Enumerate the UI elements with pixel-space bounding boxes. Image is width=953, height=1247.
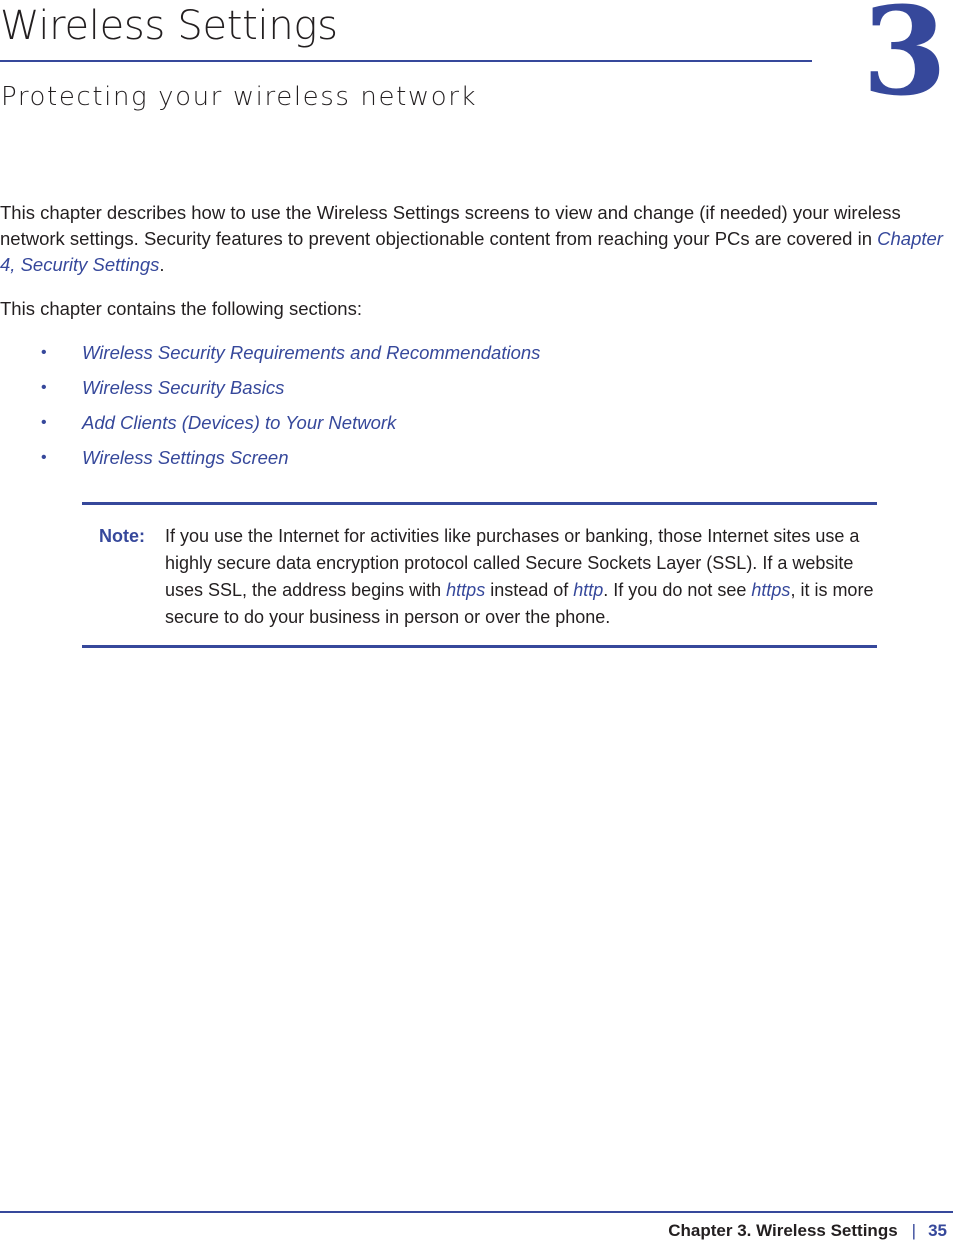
- note-text-3: . If you do not see: [603, 580, 752, 600]
- list-item[interactable]: • Add Clients (Devices) to Your Network: [0, 410, 953, 435]
- page-number: 35: [928, 1221, 947, 1240]
- bullet-icon: •: [41, 344, 47, 361]
- bullet-icon: •: [41, 379, 47, 396]
- page-footer: Chapter 3. Wireless Settings | 35: [0, 1181, 953, 1247]
- note-text-2: instead of: [485, 580, 574, 600]
- chapter-number: 3: [862, 0, 947, 123]
- bullet-icon: •: [41, 449, 47, 466]
- http-term: http: [573, 580, 604, 600]
- list-item[interactable]: • Wireless Security Requirements and Rec…: [0, 340, 953, 365]
- section-link-label[interactable]: Wireless Security Requirements and Recom…: [82, 342, 540, 363]
- https-term: https: [751, 580, 791, 600]
- intro-paragraph: This chapter describes how to use the Wi…: [0, 200, 948, 278]
- footer-text: Chapter 3. Wireless Settings | 35: [668, 1219, 947, 1243]
- document-page: Wireless Settings Protecting your wirele…: [0, 0, 953, 1247]
- section-link-label[interactable]: Wireless Settings Screen: [82, 447, 289, 468]
- title-divider: [0, 60, 812, 62]
- footer-divider: [0, 1211, 953, 1213]
- body-content: This chapter describes how to use the Wi…: [0, 200, 953, 480]
- page-subtitle: Protecting your wireless network: [1, 82, 478, 112]
- page-title: Wireless Settings: [0, 3, 338, 49]
- section-link-label[interactable]: Add Clients (Devices) to Your Network: [82, 412, 396, 433]
- footer-chapter-label: Chapter 3. Wireless Settings: [668, 1221, 898, 1240]
- footer-separator: |: [911, 1221, 917, 1240]
- sections-lead-paragraph: This chapter contains the following sect…: [0, 298, 362, 319]
- section-link-list: • Wireless Security Requirements and Rec…: [0, 340, 953, 470]
- intro-text-after-link: .: [159, 254, 165, 275]
- note-body: Note: If you use the Internet for activit…: [82, 523, 877, 631]
- https-term: https: [446, 580, 486, 600]
- intro-text-before-link: This chapter describes how to use the Wi…: [0, 202, 901, 249]
- section-link-label[interactable]: Wireless Security Basics: [82, 377, 284, 398]
- list-item[interactable]: • Wireless Settings Screen: [0, 445, 953, 470]
- list-item[interactable]: • Wireless Security Basics: [0, 375, 953, 400]
- bullet-icon: •: [41, 414, 47, 431]
- note-label: Note:: [99, 526, 145, 546]
- note-callout: Note: If you use the Internet for activit…: [82, 502, 877, 648]
